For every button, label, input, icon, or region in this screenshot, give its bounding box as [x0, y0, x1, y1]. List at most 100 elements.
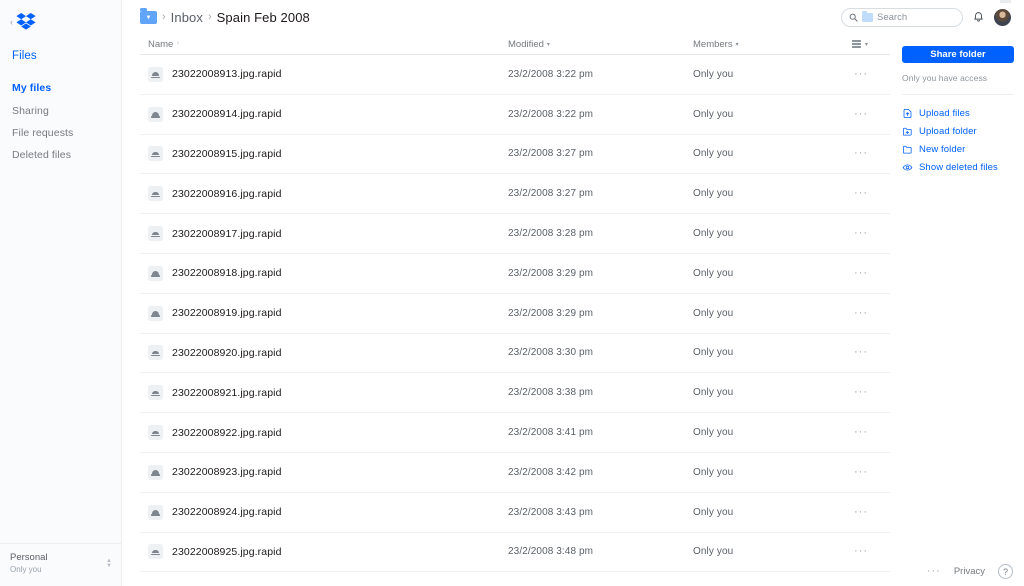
- blue-folder-icon[interactable]: ▼: [140, 8, 157, 24]
- file-name: 23022008925.jpg.rapid: [172, 545, 282, 558]
- sidebar-item-sharing[interactable]: Sharing: [0, 99, 121, 121]
- bell-icon[interactable]: [972, 11, 985, 24]
- dropbox-logo[interactable]: [16, 13, 36, 31]
- chevron-down-icon: ▾: [546, 41, 550, 48]
- table-row[interactable]: 23022008913.jpg.rapid 23/2/2008 3:22 pm On…: [140, 55, 890, 95]
- column-header-modified[interactable]: Modified ▾: [508, 39, 693, 50]
- image-file-icon: [148, 345, 163, 361]
- upload-files-action[interactable]: Upload files: [902, 104, 1024, 122]
- table-row[interactable]: 23022008917.jpg.rapid 23/2/2008 3:28 pm On…: [140, 214, 890, 254]
- file-members: Only you: [693, 188, 734, 200]
- file-name: 23022008924.jpg.rapid: [172, 506, 282, 519]
- search-icon: [849, 13, 858, 22]
- file-members: Only you: [693, 68, 734, 80]
- image-file-icon: [148, 106, 163, 122]
- sidebar-item-my-files[interactable]: My files: [0, 77, 121, 99]
- image-file-icon: [148, 385, 163, 401]
- account-name: Personal: [10, 552, 48, 564]
- table-row[interactable]: 23022008918.jpg.rapid 23/2/2008 3:29 pm On…: [140, 254, 890, 294]
- column-header-name[interactable]: Name ↑: [148, 39, 508, 50]
- sidebar-item-deleted-files[interactable]: Deleted files: [0, 144, 121, 166]
- file-name: 23022008914.jpg.rapid: [172, 108, 282, 121]
- up-down-chevron-icon: ▲ ▼: [106, 558, 112, 570]
- table-row[interactable]: 23022008919.jpg.rapid 23/2/2008 3:29 pm On…: [140, 294, 890, 334]
- file-modified: 23/2/2008 3:27 pm: [508, 188, 594, 200]
- breadcrumb-separator: ›: [207, 11, 212, 23]
- panel-divider: [902, 94, 1014, 95]
- file-modified: 23/2/2008 3:29 pm: [508, 307, 594, 319]
- row-more-button[interactable]: ···: [854, 466, 890, 478]
- chevron-left-icon[interactable]: ‹: [10, 17, 13, 27]
- table-header-row: Name ↑ Modified ▾ Members ▾ ▾: [140, 34, 890, 55]
- file-members: Only you: [693, 307, 734, 319]
- row-more-button[interactable]: ···: [854, 427, 890, 438]
- file-modified: 23/2/2008 3:48 pm: [508, 546, 594, 558]
- column-header-members[interactable]: Members ▾: [693, 39, 852, 50]
- file-modified: 23/2/2008 3:38 pm: [508, 387, 594, 399]
- new-folder-action[interactable]: New folder: [902, 140, 1024, 158]
- user-avatar[interactable]: [994, 8, 1011, 26]
- sidebar: ‹ Files My files Sharing File requests D…: [0, 0, 122, 586]
- file-name: 23022008916.jpg.rapid: [172, 187, 282, 200]
- file-modified: 23/2/2008 3:22 pm: [508, 68, 594, 80]
- row-more-button[interactable]: ···: [854, 188, 890, 199]
- row-more-button[interactable]: ···: [854, 546, 890, 557]
- file-modified: 23/2/2008 3:22 pm: [508, 108, 594, 120]
- file-members: Only you: [693, 228, 734, 240]
- file-members: Only you: [693, 267, 734, 279]
- help-button[interactable]: ?: [998, 564, 1013, 579]
- search-input[interactable]: Search: [841, 7, 963, 27]
- sidebar-header: ‹: [0, 0, 121, 34]
- table-row[interactable]: 23022008922.jpg.rapid 23/2/2008 3:41 pm On…: [140, 413, 890, 453]
- show-deleted-files-action[interactable]: Show deleted files: [902, 159, 1024, 177]
- row-more-button[interactable]: ···: [854, 68, 890, 80]
- sidebar-files-header: Files: [12, 50, 37, 62]
- file-members: Only you: [693, 506, 734, 518]
- folder-scope-icon: [862, 10, 873, 22]
- table-row[interactable]: 23022008925.jpg.rapid 23/2/2008 3:48 pm On…: [140, 533, 890, 573]
- table-row[interactable]: 23022008916.jpg.rapid 23/2/2008 3:27 pm On…: [140, 174, 890, 215]
- upload-file-icon: [903, 108, 912, 118]
- sidebar-item-file-requests[interactable]: File requests: [0, 122, 121, 144]
- chevron-down-icon: ▾: [864, 41, 868, 48]
- upload-folder-action[interactable]: Upload folder: [902, 122, 1024, 140]
- image-file-icon: [148, 425, 163, 441]
- table-row[interactable]: 23022008923.jpg.rapid 23/2/2008 3:42 pm On…: [140, 453, 890, 493]
- table-row[interactable]: 23022008920.jpg.rapid 23/2/2008 3:30 pm On…: [140, 334, 890, 374]
- column-header-members-label: Members: [693, 38, 733, 50]
- table-row[interactable]: 23022008924.jpg.rapid 23/2/2008 3:43 pm On…: [140, 493, 890, 533]
- content-area: Name ↑ Modified ▾ Members ▾ ▾ 2302200891…: [122, 34, 1024, 573]
- file-modified: 23/2/2008 3:29 pm: [508, 267, 594, 279]
- row-more-button[interactable]: ···: [854, 347, 890, 358]
- row-more-button[interactable]: ···: [854, 267, 890, 279]
- row-more-button[interactable]: ···: [854, 228, 890, 239]
- breadcrumb-separator: ›: [162, 11, 166, 23]
- file-members: Only you: [693, 108, 734, 120]
- file-members: Only you: [693, 347, 734, 359]
- file-members: Only you: [693, 427, 734, 439]
- share-folder-button[interactable]: Share folder: [902, 46, 1014, 63]
- row-more-button[interactable]: ···: [854, 307, 890, 319]
- account-switcher[interactable]: Personal Only you ▲ ▼: [0, 543, 122, 586]
- account-info: Personal Only you: [10, 552, 48, 576]
- privacy-link[interactable]: Privacy: [954, 566, 985, 577]
- row-more-button[interactable]: ···: [854, 148, 890, 159]
- list-view-icon: [851, 40, 861, 48]
- breadcrumb-inbox[interactable]: Inbox: [171, 10, 203, 25]
- footer-more-button[interactable]: ···: [927, 566, 941, 577]
- row-more-button[interactable]: ···: [854, 506, 890, 518]
- file-modified: 23/2/2008 3:41 pm: [508, 427, 594, 439]
- column-header-modified-label: Modified: [508, 38, 544, 50]
- table-row[interactable]: 23022008921.jpg.rapid 23/2/2008 3:38 pm On…: [140, 373, 890, 414]
- sort-ascending-icon: ↑: [176, 41, 180, 47]
- table-row[interactable]: 23022008914.jpg.rapid 23/2/2008 3:22 pm On…: [140, 95, 890, 135]
- row-more-button[interactable]: ···: [854, 387, 890, 398]
- table-row[interactable]: 23022008915.jpg.rapid 23/2/2008 3:27 pm On…: [140, 135, 890, 175]
- upload-folder-label: Upload folder: [919, 125, 977, 137]
- breadcrumb-current-folder[interactable]: Spain Feb 2008: [217, 10, 310, 25]
- file-members: Only you: [693, 546, 734, 558]
- image-file-icon: [148, 265, 163, 281]
- row-more-button[interactable]: ···: [854, 108, 890, 120]
- file-name: 23022008915.jpg.rapid: [172, 147, 282, 160]
- view-options-button[interactable]: ▾: [851, 40, 890, 48]
